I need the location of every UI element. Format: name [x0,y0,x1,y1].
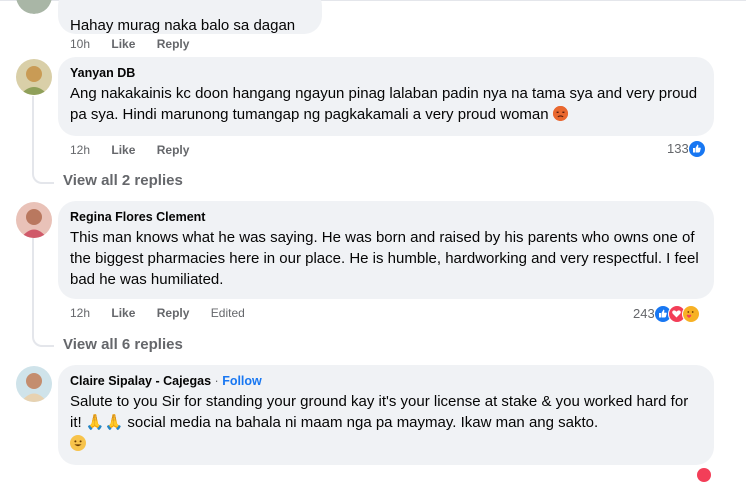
avatar[interactable] [16,59,52,95]
comment-time[interactable]: 12h [70,306,90,320]
separator-dot: · [214,374,219,388]
comment-bubble: Hahay murag naka balo sa dagan [58,0,322,34]
comment-text: Salute to you Sir for standing your grou… [70,393,689,431]
follow-button[interactable]: Follow [222,374,262,388]
comment-bubble: Yanyan DB Ang nakakainis kc doon hangang… [58,57,714,136]
angry-emoji-icon [552,106,568,121]
thread-connector [32,96,54,184]
edited-label: Edited [210,306,245,320]
like-reaction-icon [687,140,706,158]
comment-actions: 10h Like Reply [70,36,207,52]
reply-button[interactable]: Reply [157,143,190,157]
avatar[interactable] [16,366,52,402]
comment-text: Ang nakakainis kc doon hangang ngayun pi… [70,83,702,125]
comment-text-content: Ang nakakainis kc doon hangang ngayun pi… [70,85,698,123]
comment-actions: 12h Like Reply Edited [70,305,263,321]
comment-text: Hahay murag naka balo sa dagan [70,17,296,34]
reaction-summary[interactable]: 133 [667,140,706,158]
comment-actions: 12h Like Reply [70,142,207,158]
reaction-count: 133 [667,141,689,156]
comment-time[interactable]: 12h [70,143,90,157]
care-reaction-icon [681,305,700,323]
avatar[interactable] [16,202,52,238]
view-replies-link[interactable]: View all 6 replies [63,335,183,355]
scrollbar-track[interactable] [746,0,750,473]
smile-emoji-icon [70,435,86,451]
comment-time[interactable]: 10h [70,37,90,51]
thread-connector [32,238,54,347]
reaction-summary[interactable]: 243 [633,305,700,323]
comment-bubble: Claire Sipalay - Cajegas · Follow Salute… [58,365,714,465]
reply-button[interactable]: Reply [157,37,190,51]
comment-bubble: Regina Flores Clement This man knows wha… [58,201,714,299]
reaction-icon-partial [697,468,711,482]
comment-author[interactable]: Yanyan DB [70,65,702,81]
comment-author[interactable]: Regina Flores Clement [70,209,702,225]
comment-author[interactable]: Claire Sipalay - Cajegas [70,374,211,388]
like-button[interactable]: Like [111,306,135,320]
comment-text: This man knows what he was saying. He wa… [70,229,699,288]
like-button[interactable]: Like [111,143,135,157]
reply-button[interactable]: Reply [157,306,190,320]
reaction-count: 243 [633,306,655,321]
like-button[interactable]: Like [111,37,135,51]
avatar[interactable] [16,0,52,14]
view-replies-link[interactable]: View all 2 replies [63,171,183,191]
comment-author-line: Claire Sipalay - Cajegas · Follow [70,373,702,389]
